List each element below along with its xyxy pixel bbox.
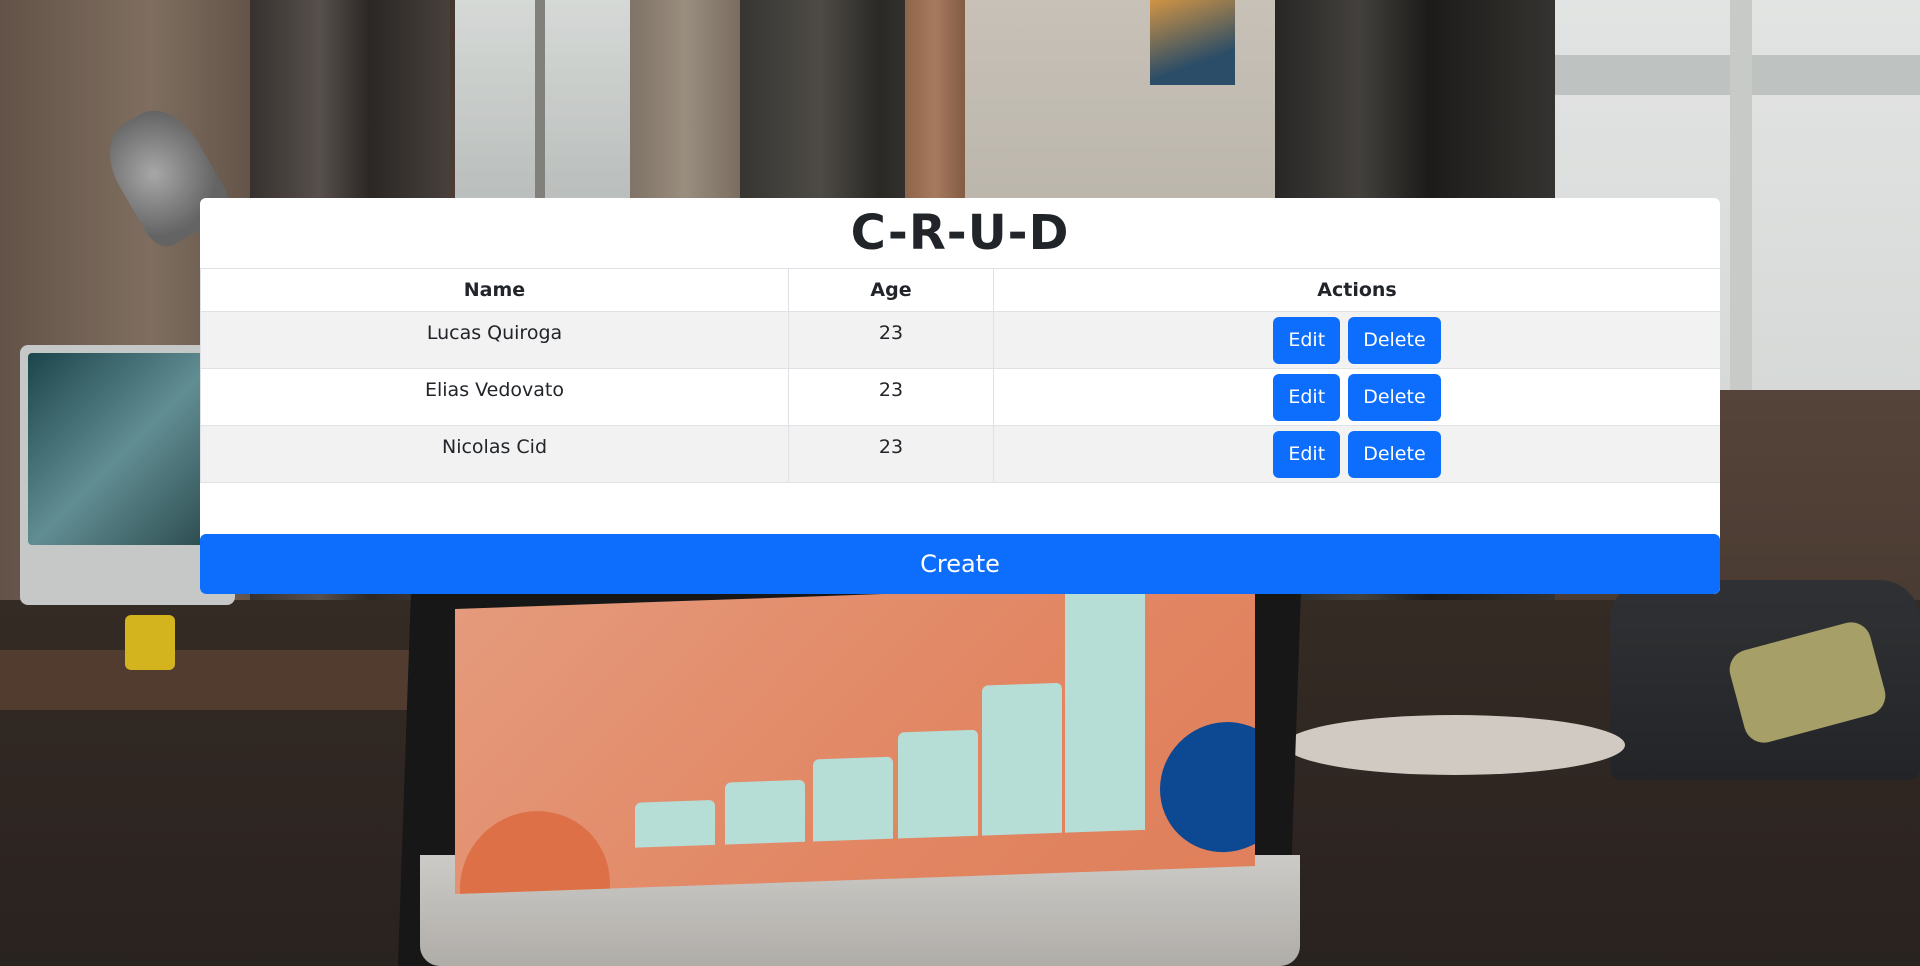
edit-button[interactable]: Edit — [1273, 374, 1341, 421]
column-header-actions: Actions — [993, 268, 1720, 312]
cell-age: 23 — [788, 368, 994, 426]
crud-card: C-R-U-D Name Age Actions Lucas Quiroga 2… — [200, 198, 1720, 594]
cell-name: Elias Vedovato — [200, 368, 789, 426]
delete-button[interactable]: Delete — [1348, 431, 1441, 478]
cell-name: Nicolas Cid — [200, 425, 789, 483]
column-header-age: Age — [788, 268, 994, 312]
column-header-name: Name — [200, 268, 789, 312]
table-row: Elias Vedovato 23 Edit Delete — [200, 368, 1720, 426]
delete-button[interactable]: Delete — [1348, 374, 1441, 421]
edit-button[interactable]: Edit — [1273, 431, 1341, 478]
cell-actions: Edit Delete — [993, 425, 1720, 483]
table-row: Lucas Quiroga 23 Edit Delete — [200, 311, 1720, 369]
page-title: C-R-U-D — [850, 205, 1070, 261]
table-row: Nicolas Cid 23 Edit Delete — [200, 425, 1720, 483]
cell-age: 23 — [788, 425, 994, 483]
cell-actions: Edit Delete — [993, 368, 1720, 426]
cell-name: Lucas Quiroga — [200, 311, 789, 369]
users-table: Name Age Actions Lucas Quiroga 23 Edit D… — [200, 268, 1720, 483]
edit-button[interactable]: Edit — [1273, 317, 1341, 364]
delete-button[interactable]: Delete — [1348, 317, 1441, 364]
cell-actions: Edit Delete — [993, 311, 1720, 369]
create-button[interactable]: Create — [200, 534, 1720, 594]
table-header-row: Name Age Actions — [200, 268, 1720, 312]
cell-age: 23 — [788, 311, 994, 369]
